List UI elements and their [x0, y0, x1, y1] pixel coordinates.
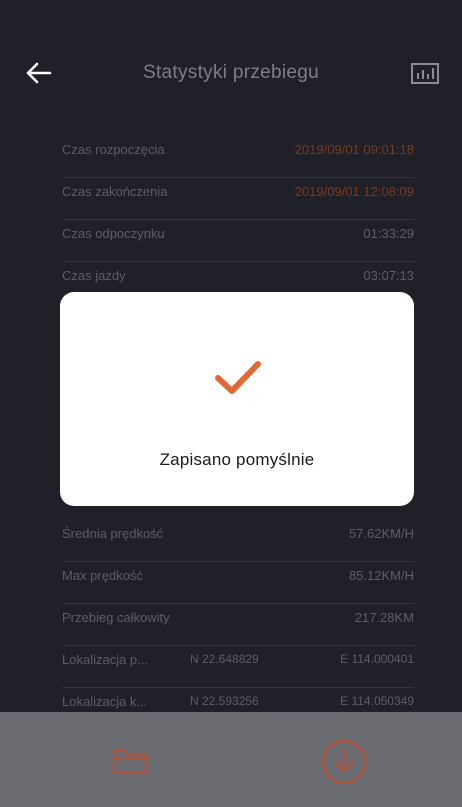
location-longitude: E 114.000401 — [340, 652, 414, 666]
stat-row-start-location: Lokalizacja p... N 22.648829 E 114.00040… — [62, 646, 414, 688]
bottom-toolbar — [0, 712, 462, 807]
stat-label: Czas rozpoczęcia — [62, 142, 165, 157]
stat-row-max-speed: Max prędkość 85.12KM/H — [62, 562, 414, 604]
stat-label: Średnia prędkość — [62, 526, 164, 541]
location-latitude: N 22.593256 — [190, 694, 259, 708]
header: Statystyki przebiegu — [0, 48, 462, 100]
saved-success-dialog: Zapisano pomyślnie — [60, 292, 414, 506]
stat-row-start-time: Czas rozpoczęcia 2019/09/01 09:01:18 — [62, 136, 414, 178]
chart-icon — [411, 63, 439, 84]
location-label: Lokalizacja p... — [62, 652, 148, 667]
stat-value: 217.28KM — [354, 610, 414, 625]
folder-button[interactable] — [108, 742, 152, 780]
stat-label: Przebieg całkowity — [62, 610, 170, 625]
stat-value: 03:07:13 — [363, 268, 414, 283]
stat-row-average-speed: Średnia prędkość 57.62KM/H — [62, 520, 414, 562]
stat-value: 2019/09/01 09:01:18 — [294, 142, 414, 157]
folder-icon — [112, 749, 148, 775]
stat-value: 2019/09/01 12:08:09 — [294, 184, 414, 199]
location-longitude: E 114.050349 — [340, 694, 414, 708]
stat-label: Czas zakończenia — [62, 184, 168, 199]
download-icon — [321, 739, 367, 785]
download-button[interactable] — [318, 736, 370, 788]
dialog-message: Zapisano pomyślnie — [159, 450, 315, 469]
chart-button[interactable] — [408, 58, 442, 88]
page-title: Statystyki przebiegu — [142, 62, 320, 83]
stat-value: 01:33:29 — [363, 226, 414, 241]
stats-list-bottom: Średnia prędkość 57.62KM/H Max prędkość … — [62, 520, 414, 730]
location-label: Lokalizacja k... — [62, 694, 148, 709]
stat-value: 85.12KM/H — [348, 568, 414, 583]
stat-row-end-time: Czas zakończenia 2019/09/01 12:08:09 — [62, 178, 414, 220]
stat-row-rest-time: Czas odpoczynku 01:33:29 — [62, 220, 414, 262]
stat-label: Czas jazdy — [62, 268, 126, 283]
trip-statistics-screen: Statystyki przebiegu Czas rozpoczęcia 20… — [0, 0, 462, 807]
stat-label: Czas odpoczynku — [62, 226, 165, 241]
stats-list-top: Czas rozpoczęcia 2019/09/01 09:01:18 Cza… — [62, 136, 414, 304]
stat-value: 57.62KM/H — [348, 526, 414, 541]
location-latitude: N 22.648829 — [190, 652, 259, 666]
stat-row-total-distance: Przebieg całkowity 217.28KM — [62, 604, 414, 646]
checkmark-icon — [215, 361, 261, 394]
stat-label: Max prędkość — [62, 568, 143, 583]
